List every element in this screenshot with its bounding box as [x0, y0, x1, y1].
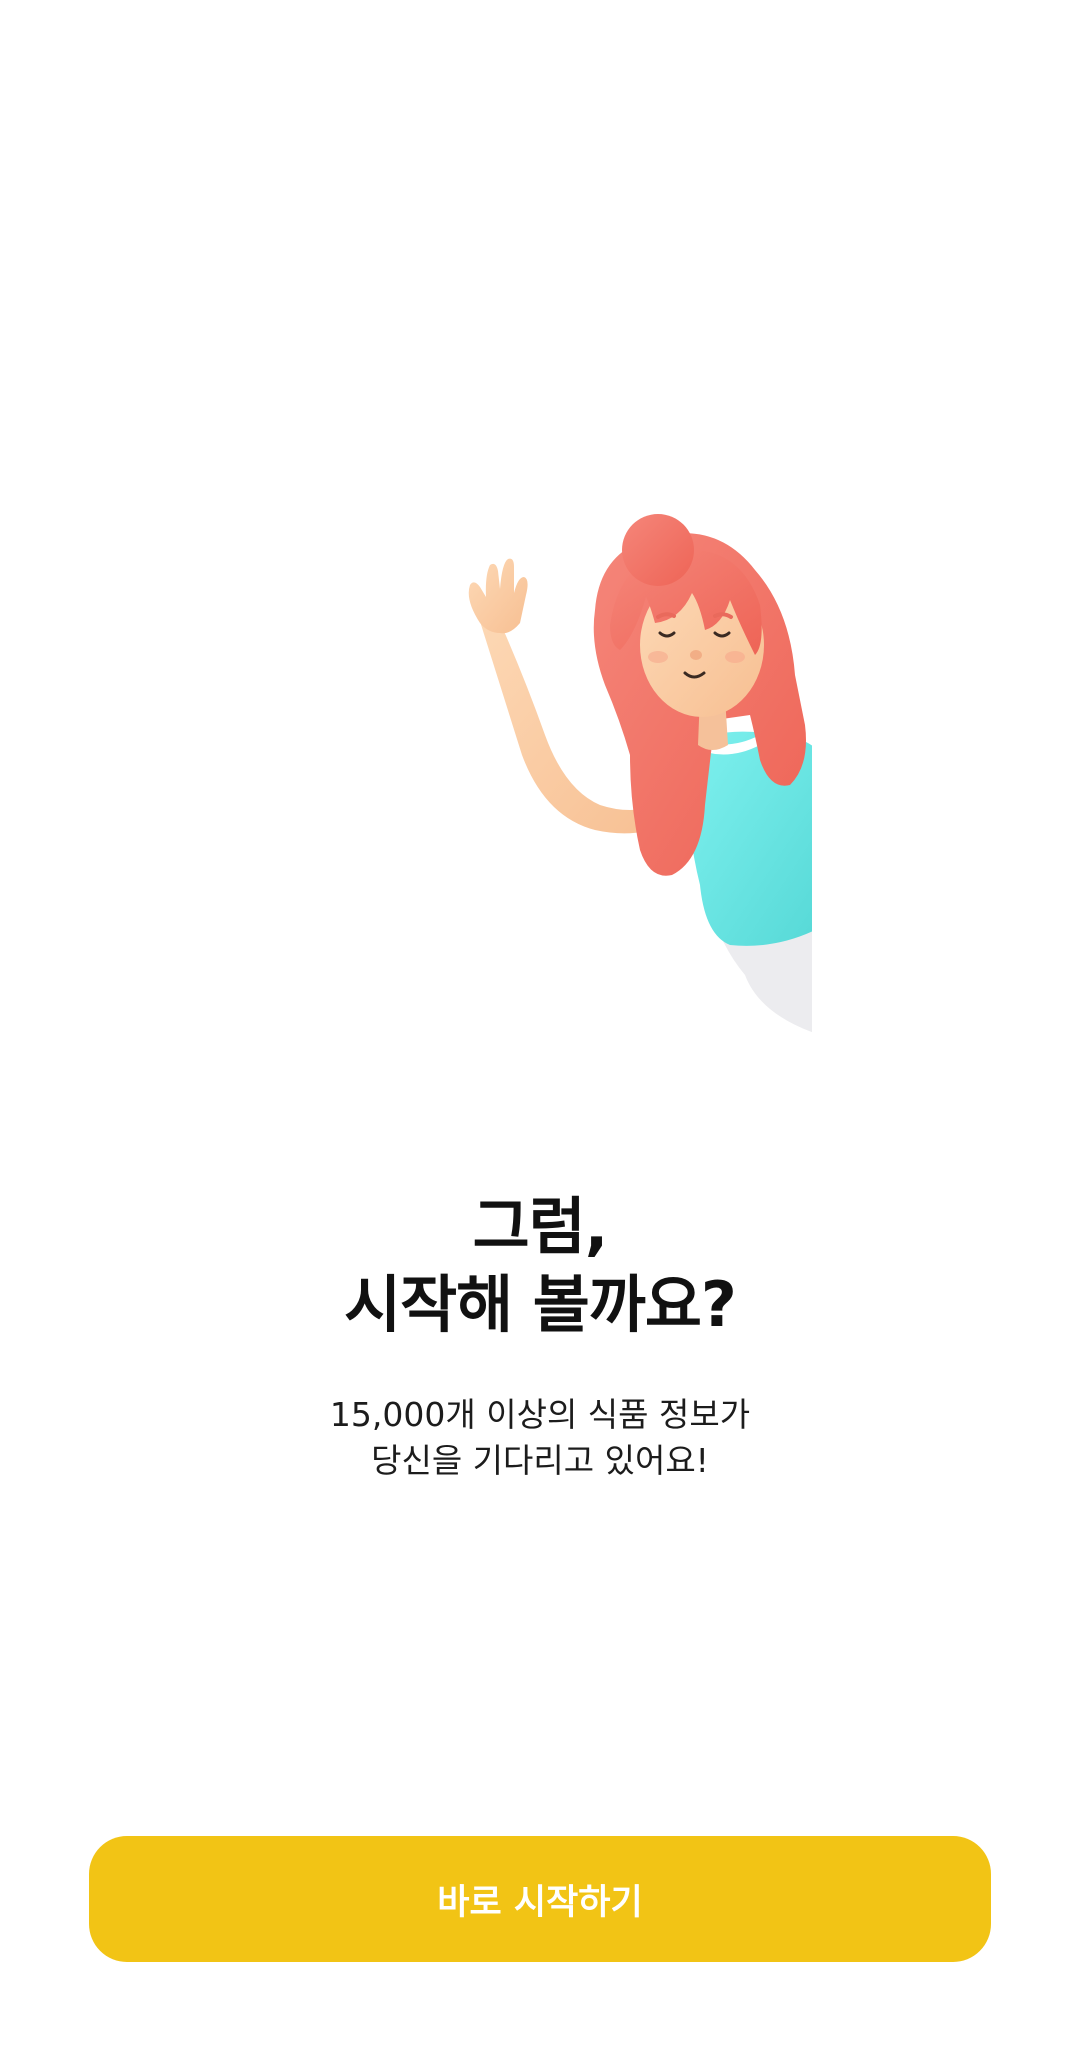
start-now-button[interactable]: 바로 시작하기 [89, 1836, 991, 1962]
subtext-line-1: 15,000개 이상의 식품 정보가 [329, 1395, 751, 1434]
headline-line-1: 그럼, [472, 1190, 609, 1263]
start-now-button-label: 바로 시작하기 [437, 1882, 643, 1923]
waving-girl-illustration [460, 505, 815, 1035]
subtext-line-2: 당신을 기다리고 있어요! [371, 1441, 709, 1480]
page-title: 그럼, 시작해 볼까요? [0, 1188, 1080, 1344]
page-subtitle: 15,000개 이상의 식품 정보가 당신을 기다리고 있어요! [0, 1392, 1080, 1484]
headline-line-2: 시작해 볼까요? [344, 1268, 737, 1341]
